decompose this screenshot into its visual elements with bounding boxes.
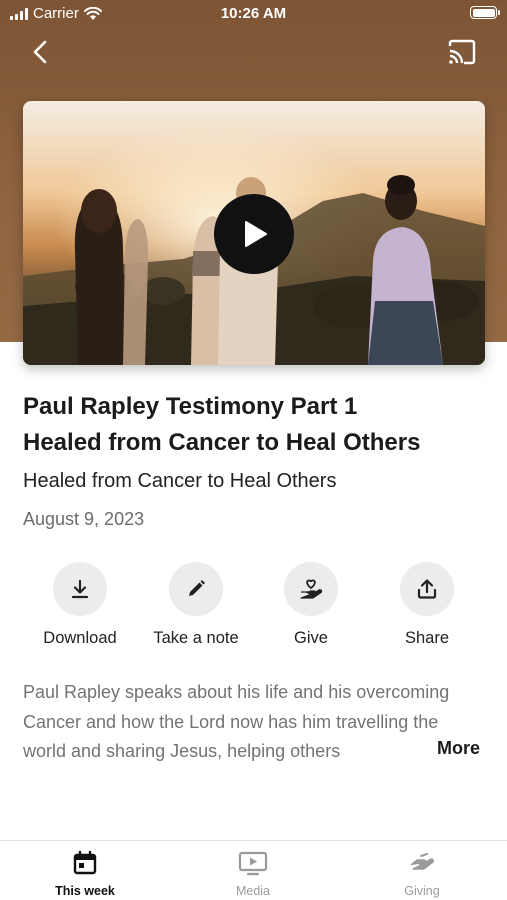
- video-player[interactable]: [23, 101, 485, 365]
- share-label: Share: [404, 629, 450, 647]
- battery-icon: [470, 6, 500, 19]
- action-row: Download Take a note Give Share: [0, 562, 507, 662]
- give-label: Give: [294, 629, 328, 647]
- status-bar: Carrier 10:26 AM: [0, 0, 507, 28]
- title-line-1: Paul Rapley Testimony Part 1: [23, 393, 358, 420]
- back-button[interactable]: [26, 36, 56, 68]
- title-line-2: Healed from Cancer to Heal Others: [23, 429, 421, 456]
- pencil-icon: [189, 580, 205, 596]
- cast-icon: [448, 39, 476, 65]
- status-time: 10:26 AM: [220, 5, 287, 22]
- tab-giving-label: Giving: [404, 884, 440, 898]
- play-icon: [245, 221, 267, 247]
- share-icon: [417, 579, 437, 599]
- description-fade: [370, 737, 440, 767]
- tab-media[interactable]: Media: [193, 849, 313, 898]
- play-button[interactable]: [214, 194, 294, 274]
- download-icon: [71, 579, 89, 599]
- giving-icon: [410, 853, 434, 870]
- tab-this-week-label: This week: [55, 884, 115, 898]
- take-a-note-label: Take a note: [153, 629, 239, 647]
- take-a-note-button[interactable]: Take a note: [141, 562, 251, 648]
- tab-bar: This week Media Giving: [0, 840, 507, 900]
- tab-giving[interactable]: Giving: [362, 849, 482, 898]
- download-circle: [53, 562, 107, 616]
- cast-button[interactable]: [447, 38, 477, 66]
- media-icon: [238, 851, 268, 876]
- calendar-icon: [73, 850, 97, 875]
- share-circle: [400, 562, 454, 616]
- give-button[interactable]: Give: [256, 562, 366, 648]
- share-button[interactable]: Share: [372, 562, 482, 648]
- chevron-left-icon: [33, 40, 47, 64]
- tab-this-week[interactable]: This week: [25, 849, 145, 898]
- note-circle: [169, 562, 223, 616]
- download-label: Download: [43, 629, 117, 647]
- subtitle: Healed from Cancer to Heal Others: [23, 470, 337, 492]
- download-button[interactable]: Download: [25, 562, 135, 648]
- page-title: Paul Rapley Testimony Part 1 Healed from…: [23, 389, 493, 461]
- publish-date: August 9, 2023: [23, 509, 145, 529]
- more-link[interactable]: More: [437, 738, 480, 759]
- give-circle: [284, 562, 338, 616]
- tab-media-label: Media: [235, 884, 271, 898]
- give-heart-hand-icon: [300, 579, 323, 599]
